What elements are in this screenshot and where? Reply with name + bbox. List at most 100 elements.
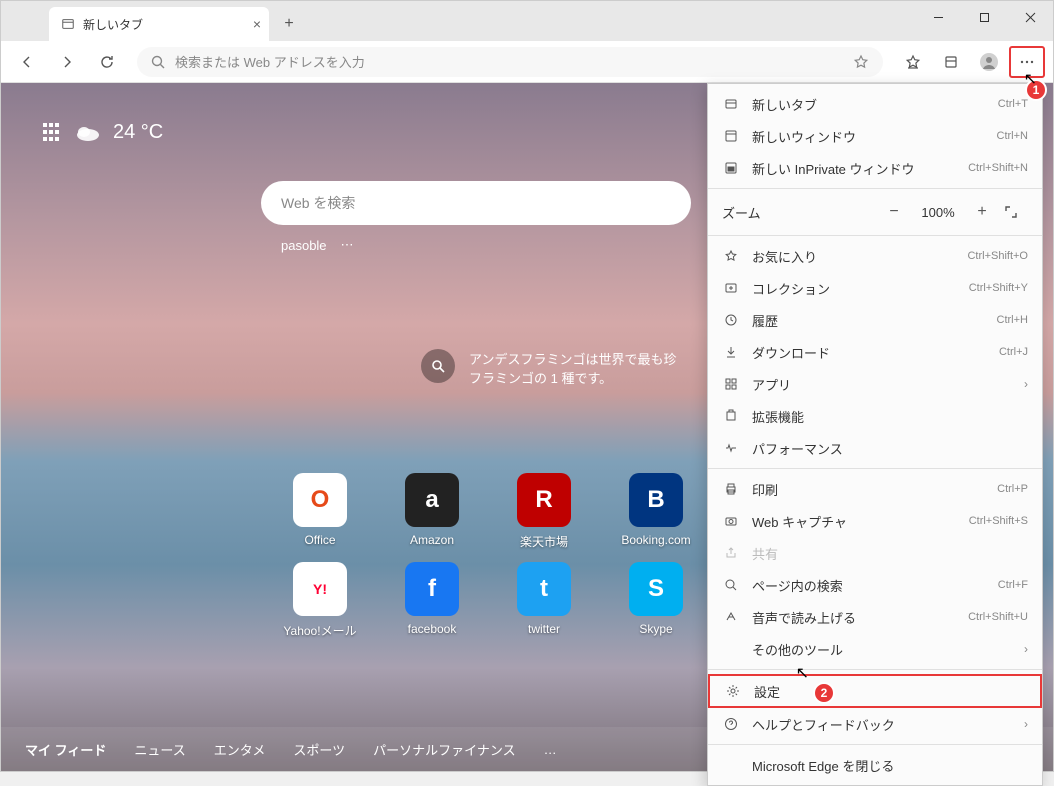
- trivia-search-icon[interactable]: [421, 349, 455, 383]
- weather-widget[interactable]: 24 °C: [43, 121, 163, 144]
- menu-share: 共有: [708, 537, 1042, 569]
- menu-help[interactable]: ヘルプとフィードバック›: [708, 708, 1042, 740]
- zoom-out-button[interactable]: −: [882, 203, 906, 221]
- refresh-button[interactable]: [89, 46, 125, 78]
- menu-history[interactable]: 履歴Ctrl+H: [708, 304, 1042, 336]
- menu-readaloud[interactable]: 音声で読み上げるCtrl+Shift+U: [708, 601, 1042, 633]
- tile-label: 楽天市場: [520, 533, 568, 550]
- top-site-tile[interactable]: ttwitter: [499, 562, 589, 639]
- fullscreen-button[interactable]: [1004, 205, 1028, 219]
- tile-label: Yahoo!メール: [283, 622, 356, 639]
- feed-tab[interactable]: マイ フィード: [25, 740, 106, 759]
- search-icon: [151, 55, 165, 69]
- trivia-caption: アンデスフラミンゴは世界で最も珍 フラミンゴの 1 種です。: [421, 349, 676, 387]
- profile-button[interactable]: [971, 46, 1007, 78]
- menu-settings[interactable]: 設定: [708, 674, 1042, 708]
- heartbeat-icon: [722, 441, 740, 455]
- quick-links-row: pasoble ⋯: [281, 237, 354, 253]
- star-icon: [722, 249, 740, 263]
- top-site-tile[interactable]: a Amazon: [387, 473, 477, 550]
- settings-menu: 新しいタブCtrl+T 新しいウィンドウCtrl+N 新しい InPrivate…: [707, 83, 1043, 786]
- menu-new-tab[interactable]: 新しいタブCtrl+T: [708, 88, 1042, 120]
- top-site-tile[interactable]: BBooking.com: [611, 473, 701, 550]
- tab-close-icon[interactable]: ×: [253, 16, 261, 32]
- collection-icon: [722, 281, 740, 295]
- quick-link[interactable]: pasoble: [281, 238, 327, 253]
- search-placeholder: Web を検索: [281, 193, 355, 213]
- feed-tab[interactable]: エンタメ: [214, 740, 266, 759]
- menu-downloads[interactable]: ダウンロードCtrl+J: [708, 336, 1042, 368]
- chevron-right-icon: ›: [1024, 377, 1028, 391]
- tile-label: Skype: [639, 622, 672, 636]
- tile-label: Office: [304, 533, 335, 547]
- menu-webcapture[interactable]: Web キャプチャCtrl+Shift+S: [708, 505, 1042, 537]
- feed-tab[interactable]: ニュース: [134, 740, 185, 759]
- feed-tab[interactable]: パーソナルファイナンス: [373, 740, 515, 759]
- menu-print[interactable]: 印刷Ctrl+P: [708, 473, 1042, 505]
- minimize-button[interactable]: [915, 1, 961, 33]
- menu-new-window[interactable]: 新しいウィンドウCtrl+N: [708, 120, 1042, 152]
- browser-tab[interactable]: 新しいタブ ×: [49, 7, 269, 41]
- tile-label: Amazon: [410, 533, 454, 547]
- weather-cloud-icon: [75, 123, 101, 143]
- forward-button[interactable]: [49, 46, 85, 78]
- menu-apps[interactable]: アプリ›: [708, 368, 1042, 400]
- address-bar[interactable]: 検索または Web アドレスを入力: [137, 47, 883, 77]
- tile-icon: t: [517, 562, 571, 616]
- add-favorite-icon[interactable]: [853, 54, 869, 70]
- tab-title: 新しいタブ: [83, 16, 143, 33]
- back-button[interactable]: [9, 46, 45, 78]
- toolbar: 検索または Web アドレスを入力: [1, 41, 1053, 83]
- tile-icon: a: [405, 473, 459, 527]
- weather-temp: 24 °C: [113, 121, 163, 144]
- readaloud-icon: [722, 610, 740, 624]
- top-site-tile[interactable]: Y!Yahoo!メール: [275, 562, 365, 639]
- inprivate-icon: [722, 161, 740, 175]
- close-window-button[interactable]: [1007, 1, 1053, 33]
- tile-icon: O: [293, 473, 347, 527]
- tile-icon: R: [517, 473, 571, 527]
- chevron-right-icon: ›: [1024, 642, 1028, 656]
- trivia-line2: フラミンゴの 1 種です。: [469, 368, 676, 387]
- address-placeholder: 検索または Web アドレスを入力: [175, 52, 365, 71]
- menu-extensions[interactable]: 拡張機能: [708, 400, 1042, 432]
- menu-moretools[interactable]: その他のツール›: [708, 633, 1042, 665]
- collections-button[interactable]: [933, 46, 969, 78]
- tile-icon: B: [629, 473, 683, 527]
- favorites-button[interactable]: [895, 46, 931, 78]
- download-icon: [722, 345, 740, 359]
- feed-tab[interactable]: スポーツ: [293, 740, 345, 759]
- menu-new-inprivate[interactable]: 新しい InPrivate ウィンドウCtrl+Shift+N: [708, 152, 1042, 184]
- zoom-in-button[interactable]: +: [970, 203, 994, 221]
- tile-icon: S: [629, 562, 683, 616]
- cursor-icon: ↖: [1024, 69, 1037, 89]
- tab-icon: [722, 97, 740, 111]
- menu-favorites[interactable]: お気に入りCtrl+Shift+O: [708, 240, 1042, 272]
- gear-icon: [724, 684, 742, 698]
- apps-icon: [722, 377, 740, 391]
- top-site-tile[interactable]: R 楽天市場: [499, 473, 589, 550]
- camera-icon: [722, 514, 740, 528]
- share-icon: [722, 546, 740, 560]
- top-site-tile[interactable]: S Skype: [611, 562, 701, 639]
- menu-close-edge[interactable]: Microsoft Edge を閉じる: [708, 749, 1042, 781]
- window-icon: [722, 129, 740, 143]
- feed-more[interactable]: …: [544, 742, 557, 757]
- apps-grid-icon[interactable]: [43, 123, 63, 143]
- top-site-tile[interactable]: ffacebook: [387, 562, 477, 639]
- zoom-value: 100%: [916, 205, 960, 220]
- titlebar: 新しいタブ × +: [1, 1, 1053, 41]
- web-search-box[interactable]: Web を検索: [261, 181, 691, 225]
- menu-find[interactable]: ページ内の検索Ctrl+F: [708, 569, 1042, 601]
- help-icon: [722, 717, 740, 731]
- trivia-line1: アンデスフラミンゴは世界で最も珍: [469, 349, 676, 368]
- top-site-tile[interactable]: O Office: [275, 473, 365, 550]
- annotation-badge-2: 2: [813, 682, 835, 704]
- menu-performance[interactable]: パフォーマンス: [708, 432, 1042, 464]
- tile-icon: f: [405, 562, 459, 616]
- more-icon[interactable]: ⋯: [341, 237, 354, 253]
- maximize-button[interactable]: [961, 1, 1007, 33]
- menu-collections[interactable]: コレクションCtrl+Shift+Y: [708, 272, 1042, 304]
- top-sites-grid: O Office a Amazon R 楽天市場 BBooking.com Y!Yahoo!メ…: [275, 473, 701, 639]
- new-tab-button[interactable]: +: [275, 10, 303, 38]
